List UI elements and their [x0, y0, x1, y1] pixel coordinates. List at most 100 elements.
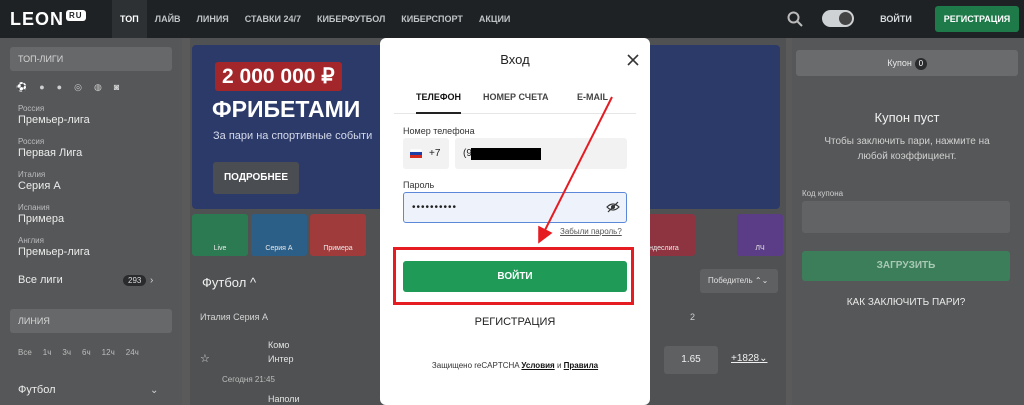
tile-champions-league[interactable]: ЛЧ [737, 214, 783, 256]
football-ball-icon[interactable]: ⚽ [16, 82, 27, 93]
tile-label: Примера [323, 245, 353, 252]
volleyball-icon[interactable]: ◍ [94, 82, 102, 93]
market-select[interactable]: Победитель ⌃⌄ [700, 269, 778, 293]
coupon-count-badge: 0 [914, 58, 927, 70]
tile-primera[interactable]: Примера [310, 214, 366, 256]
coupon-code-input[interactable] [802, 201, 1010, 233]
nav-cyberfootball[interactable]: КИБЕРФУТБОЛ [309, 0, 393, 38]
banner-title: ФРИБЕТАМИ [212, 96, 361, 122]
team-home: Наполи [268, 394, 300, 404]
league-name: Первая Лига [18, 147, 83, 159]
league-country: Россия [18, 104, 45, 113]
theme-toggle[interactable] [822, 10, 854, 27]
chevron-down-icon: ⌄ [150, 385, 159, 396]
line-header: ЛИНИЯ [10, 309, 172, 333]
nav-promotions[interactable]: АКЦИИ [471, 0, 519, 38]
chevron-right-icon: › [150, 275, 154, 286]
tile-label: Live [213, 245, 227, 252]
team-home: Комо [268, 340, 290, 350]
team-away: Интер [268, 354, 294, 364]
time-filter-3h[interactable]: 3ч [62, 348, 71, 357]
tile-live[interactable]: Live [192, 214, 248, 256]
logo-badge: RU [66, 10, 86, 21]
nav-esports[interactable]: КИБЕРСПОРТ [393, 0, 471, 38]
redaction-bar [471, 148, 541, 160]
banner-amount: 2 000 000 ₽ [215, 62, 342, 91]
sidebar-league-spain[interactable]: Испания Примера [18, 203, 64, 225]
banner-subtitle: За пари на спортивные событи [213, 130, 373, 142]
nav-live[interactable]: ЛАЙВ [147, 0, 189, 38]
phone-label: Номер телефона [403, 126, 475, 136]
close-icon[interactable] [626, 53, 640, 67]
sidebar-league-england[interactable]: Англия Премьер-лига [18, 236, 90, 258]
tab-phone[interactable]: ТЕЛЕФОН [416, 92, 461, 114]
forgot-password-link[interactable]: Забыли пароль? [560, 227, 622, 236]
banner-details-button[interactable]: ПОДРОБНЕЕ [213, 162, 299, 194]
modal-register-link[interactable]: РЕГИСТРАЦИЯ [380, 316, 650, 328]
sport-filter-icons: ⚽ ● ● ◎ ◍ ◙ [16, 82, 119, 93]
odds-button[interactable]: 1.65 [664, 346, 718, 374]
favorite-star-icon[interactable]: ☆ [200, 352, 210, 365]
recaptcha-notice: Защищено reCAPTCHA Условия и Правила [380, 361, 650, 370]
sidebar-league-russia-pl[interactable]: Россия Премьер-лига [18, 104, 90, 126]
quick-tiles: Live Серия А Примера [192, 214, 366, 256]
league-name: Премьер-лига [18, 114, 90, 126]
login-method-tabs: ТЕЛЕФОН НОМЕР СЧЕТА E-MAIL [394, 92, 636, 114]
more-markets-link[interactable]: +1828⌄ [731, 353, 767, 364]
league-country: Россия [18, 137, 45, 146]
nav-line[interactable]: ЛИНИЯ [189, 0, 237, 38]
main-nav: ТОП ЛАЙВ ЛИНИЯ СТАВКИ 24/7 КИБЕРФУТБОЛ К… [112, 0, 518, 38]
header-login-button[interactable]: ВОЙТИ [868, 0, 924, 38]
coupon-load-button[interactable]: ЗАГРУЗИТЬ [802, 251, 1010, 281]
football-section-title[interactable]: Футбол ^ [202, 275, 256, 290]
league-country: Испания [18, 203, 50, 212]
all-leagues-link[interactable]: Все лиги [18, 274, 63, 286]
time-filter-1h[interactable]: 1ч [43, 348, 52, 357]
time-filter-6h[interactable]: 6ч [82, 348, 91, 357]
top-leagues-header: ТОП-ЛИГИ [10, 47, 172, 71]
search-icon[interactable] [786, 10, 804, 28]
time-filter-12h[interactable]: 12ч [102, 348, 115, 357]
captcha-text: Защищено reCAPTCHA [431, 361, 520, 370]
tab-email[interactable]: E-MAIL [577, 92, 608, 114]
phone-input[interactable]: (9 [455, 138, 627, 169]
league-row-italy[interactable]: Италия Серия А [200, 312, 268, 322]
coupon-empty-title: Купон пуст [874, 110, 940, 125]
sidebar-football[interactable]: Футбол [18, 384, 56, 396]
league-name: Премьер-лига [18, 246, 90, 258]
tab-account-number[interactable]: НОМЕР СЧЕТА [483, 92, 549, 114]
how-to-bet-link[interactable]: КАК ЗАКЛЮЧИТЬ ПАРИ? [802, 297, 1010, 308]
leagues-count-badge: 293 [123, 275, 147, 286]
league-country: Италия [18, 170, 46, 179]
country-code-select[interactable]: +7 [403, 138, 449, 169]
captcha-and: и [556, 361, 562, 370]
terms-link[interactable]: Условия [521, 361, 554, 370]
time-filter-all[interactable]: Все [18, 348, 32, 357]
league-name: Серия А [18, 180, 61, 192]
gamepad-icon[interactable]: ◙ [114, 82, 119, 93]
tile-serie-a[interactable]: Серия А [251, 214, 307, 256]
highlight-box [393, 247, 634, 305]
password-value: •••••••••• [412, 202, 458, 213]
rules-link[interactable]: Правила [564, 361, 598, 370]
password-input[interactable]: •••••••••• [403, 192, 627, 223]
league-country: Англия [18, 236, 44, 245]
time-filter-24h[interactable]: 24ч [126, 348, 139, 357]
nav-bets-24-7[interactable]: СТАВКИ 24/7 [237, 0, 309, 38]
sidebar-league-russia-fl[interactable]: Россия Первая Лига [18, 137, 82, 159]
sidebar-league-italy[interactable]: Италия Серия А [18, 170, 61, 192]
russia-flag-icon [410, 149, 422, 158]
modal-title: Вход [500, 52, 530, 67]
country-code: +7 [429, 148, 441, 159]
leon-logo[interactable]: LEON RU [10, 9, 86, 30]
match-teams[interactable]: Комо Интер [268, 338, 293, 366]
nav-top[interactable]: ТОП [112, 0, 147, 38]
match-teams-2[interactable]: Наполи [268, 392, 299, 405]
hockey-icon[interactable]: ● [39, 82, 44, 93]
tennis-icon[interactable]: ◎ [74, 82, 82, 93]
tile-label: Серия А [265, 245, 293, 252]
basketball-icon[interactable]: ● [57, 82, 62, 93]
header-register-button[interactable]: РЕГИСТРАЦИЯ [935, 6, 1019, 32]
hide-password-eye-icon[interactable] [606, 201, 620, 213]
coupon-tab[interactable]: Купон 0 [796, 50, 1018, 76]
